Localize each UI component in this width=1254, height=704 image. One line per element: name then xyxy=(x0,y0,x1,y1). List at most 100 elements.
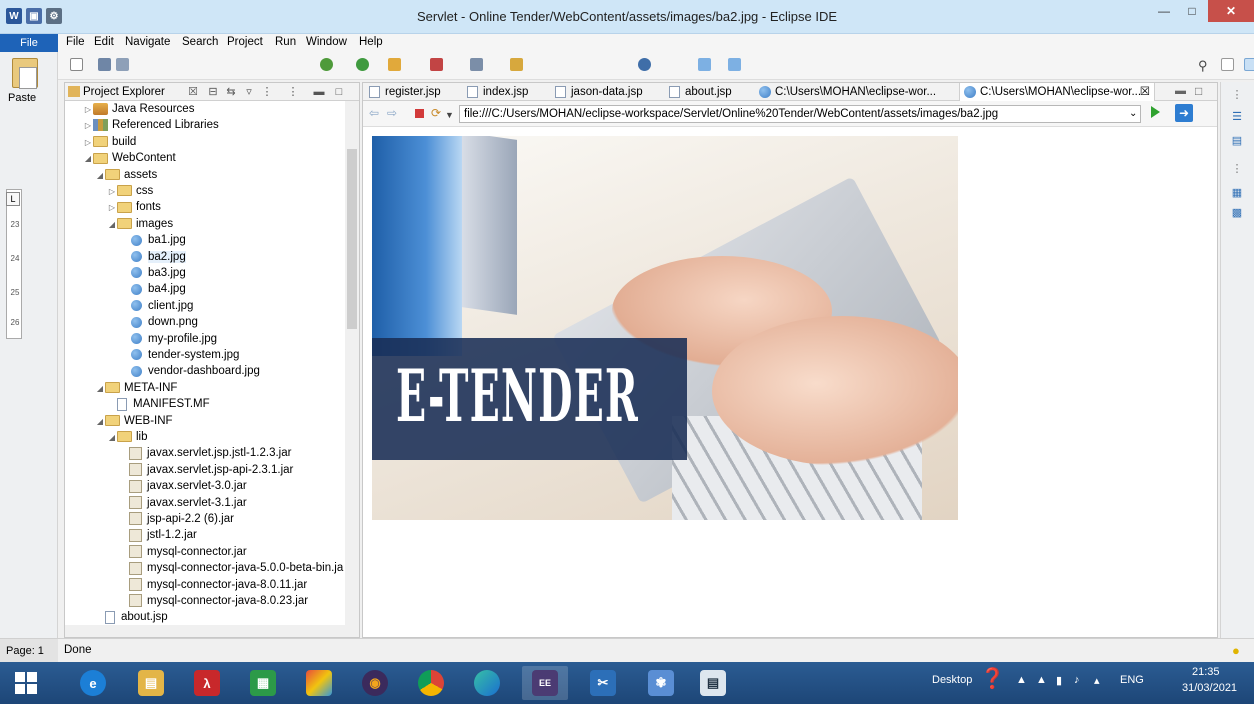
open-external-icon[interactable]: ➜ xyxy=(1175,104,1193,122)
expand-toggle-icon[interactable]: ◢ xyxy=(95,168,105,184)
start-button[interactable] xyxy=(4,668,48,698)
tree-item[interactable]: ◢ lib xyxy=(107,429,148,445)
tree-item[interactable]: ◢ assets xyxy=(95,167,157,183)
tree-scroll-thumb[interactable] xyxy=(347,149,357,329)
eclipse-ide-taskbar-icon[interactable]: EE xyxy=(522,666,568,700)
tree-item[interactable]: mysql-connector-java-5.0.0-beta-bin.ja xyxy=(119,560,343,576)
minimize-editor-icon[interactable]: ▬ xyxy=(1175,85,1186,97)
expand-toggle-icon[interactable]: ▷ xyxy=(107,200,117,216)
menu-project[interactable]: Project xyxy=(227,36,263,48)
search-icon[interactable]: ⚲ xyxy=(1198,58,1211,73)
eclipse-taskbar-icon[interactable]: ◉ xyxy=(352,666,398,700)
tree-item[interactable]: javax.servlet-3.0.jar xyxy=(119,478,247,494)
tip-icon[interactable]: ● xyxy=(1232,643,1240,658)
view-menu-icon[interactable]: ⋮ xyxy=(287,86,299,98)
tab-index-jsp[interactable]: index.jsp xyxy=(463,83,543,101)
url-input[interactable]: file:///C:/Users/MOHAN/eclipse-workspace… xyxy=(459,105,1141,123)
tree-item[interactable]: javax.servlet.jsp.jstl-1.2.3.jar xyxy=(119,445,291,461)
language-indicator[interactable]: ENG xyxy=(1120,674,1144,686)
close-tab-icon[interactable]: ☒ xyxy=(1140,83,1150,101)
expand-toggle-icon[interactable]: ▷ xyxy=(83,135,93,151)
close-view-icon[interactable]: ☒ xyxy=(187,86,199,98)
forward-arrow-icon[interactable]: ⇨ xyxy=(387,107,397,119)
bluetooth-icon[interactable]: ▲ xyxy=(1036,674,1047,686)
minimize-button[interactable]: — xyxy=(1150,0,1178,22)
menu-window[interactable]: Window xyxy=(306,36,347,48)
tree-item[interactable]: ◢ META-INF xyxy=(95,380,178,396)
coverage-icon[interactable] xyxy=(388,58,401,71)
tree-item[interactable]: javax.servlet-3.1.jar xyxy=(119,495,247,511)
tree-item[interactable]: about.jsp xyxy=(95,609,168,625)
volume-icon[interactable]: ♪ xyxy=(1074,674,1080,686)
focus-icon[interactable]: ⋮ xyxy=(261,86,273,98)
desktop-toolbar-label[interactable]: Desktop xyxy=(932,674,972,686)
tree-item[interactable]: ba1.jpg xyxy=(119,232,186,248)
tree-item[interactable]: ▷ css xyxy=(107,183,153,199)
expand-toggle-icon[interactable]: ◢ xyxy=(95,414,105,430)
tab-browser-active[interactable]: C:\Users\MOHAN\eclipse-wor... ☒ xyxy=(959,83,1155,101)
expand-toggle-icon[interactable]: ◢ xyxy=(107,430,117,446)
tree-item[interactable]: tender-system.jpg xyxy=(119,347,239,363)
menu-search[interactable]: Search xyxy=(182,36,218,48)
filter-icon[interactable]: ▿ xyxy=(243,86,255,98)
new-java-project-icon[interactable] xyxy=(470,58,483,71)
tab-jason-data-jsp[interactable]: jason-data.jsp xyxy=(551,83,659,101)
tree-item[interactable]: ▷ Java Resources xyxy=(83,101,194,117)
tree-item[interactable]: mysql-connector.jar xyxy=(119,544,247,560)
tree-item[interactable]: ▷ build xyxy=(83,134,136,150)
file-ribbon-tab[interactable]: File xyxy=(0,34,58,52)
restore-icon[interactable]: ⋮ xyxy=(1230,88,1244,102)
forward-icon[interactable] xyxy=(728,58,741,71)
tree-item[interactable]: mysql-connector-java-8.0.11.jar xyxy=(119,577,307,593)
external-tools-icon[interactable] xyxy=(430,58,443,71)
tree-item[interactable]: ◢ WebContent xyxy=(83,150,176,166)
paint-taskbar-icon[interactable] xyxy=(296,666,342,700)
battery-icon[interactable]: ▮ xyxy=(1056,674,1062,687)
url-dropdown-icon[interactable]: ⌄ xyxy=(1129,108,1137,119)
tab-register-jsp[interactable]: register.jsp xyxy=(365,83,457,101)
window-taskbar-icon[interactable]: ▤ xyxy=(690,666,736,700)
link-editor-icon[interactable]: ⇆ xyxy=(225,86,237,98)
expand-toggle-icon[interactable]: ◢ xyxy=(83,151,93,167)
back-arrow-icon[interactable]: ⇦ xyxy=(369,107,379,119)
expand-toggle-icon[interactable]: ◢ xyxy=(107,217,117,233)
tree-item[interactable]: javax.servlet.jsp-api-2.3.1.jar xyxy=(119,462,293,478)
servers-icon[interactable]: ▦ xyxy=(1230,186,1244,200)
help-icon[interactable]: ❓ xyxy=(980,666,1005,691)
acrobat-taskbar-icon[interactable]: λ xyxy=(184,666,230,700)
menu-run[interactable]: Run xyxy=(275,36,296,48)
search-icon-toolbar[interactable] xyxy=(638,58,651,71)
save-all-icon[interactable] xyxy=(116,58,129,71)
minimize-view-icon[interactable]: ▬ xyxy=(313,86,325,98)
tree-item[interactable]: jstl-1.2.jar xyxy=(119,527,197,543)
network-icon[interactable]: ▴ xyxy=(1094,674,1100,687)
tree-item[interactable]: down.png xyxy=(119,314,198,330)
back-icon[interactable] xyxy=(698,58,711,71)
tree-item[interactable]: ▷ fonts xyxy=(107,199,161,215)
task-list-icon[interactable]: ▤ xyxy=(1230,134,1244,148)
tree-item[interactable]: jsp-api-2.2 (6).jar xyxy=(119,511,234,527)
expand-toggle-icon[interactable]: ▷ xyxy=(107,184,117,200)
tree-item[interactable]: mysql-connector-java-8.0.23.jar xyxy=(119,593,308,609)
maximize-button[interactable]: □ xyxy=(1178,0,1206,22)
tree-item[interactable]: ◢ WEB-INF xyxy=(95,413,173,429)
collapse-all-icon[interactable]: ⊟ xyxy=(207,86,219,98)
tab-browser-1[interactable]: C:\Users\MOHAN\eclipse-wor... xyxy=(755,83,953,101)
photos-taskbar-icon[interactable]: ✾ xyxy=(638,666,684,700)
refresh-dropdown-icon[interactable]: ▼ xyxy=(445,109,454,121)
tree-item[interactable]: ▷ Referenced Libraries xyxy=(83,117,219,133)
tree-item[interactable]: MANIFEST.MF xyxy=(107,396,210,412)
expand-toggle-icon[interactable]: ▷ xyxy=(83,102,93,118)
save-icon[interactable] xyxy=(98,58,111,71)
clock-date[interactable]: 31/03/2021 xyxy=(1182,682,1237,694)
tree-item[interactable]: vendor-dashboard.jpg xyxy=(119,363,260,379)
stop-icon[interactable] xyxy=(415,109,424,118)
menu-edit[interactable]: Edit xyxy=(94,36,114,48)
tree-item[interactable]: ba4.jpg xyxy=(119,281,186,297)
restore-icon-2[interactable]: ⋮ xyxy=(1230,162,1244,176)
edge-taskbar-icon[interactable] xyxy=(464,666,510,700)
refresh-icon[interactable]: ⟳ xyxy=(431,107,441,119)
java-ee-perspective-icon[interactable] xyxy=(1244,58,1254,71)
expand-toggle-icon[interactable]: ▷ xyxy=(83,118,93,134)
menu-help[interactable]: Help xyxy=(359,36,383,48)
